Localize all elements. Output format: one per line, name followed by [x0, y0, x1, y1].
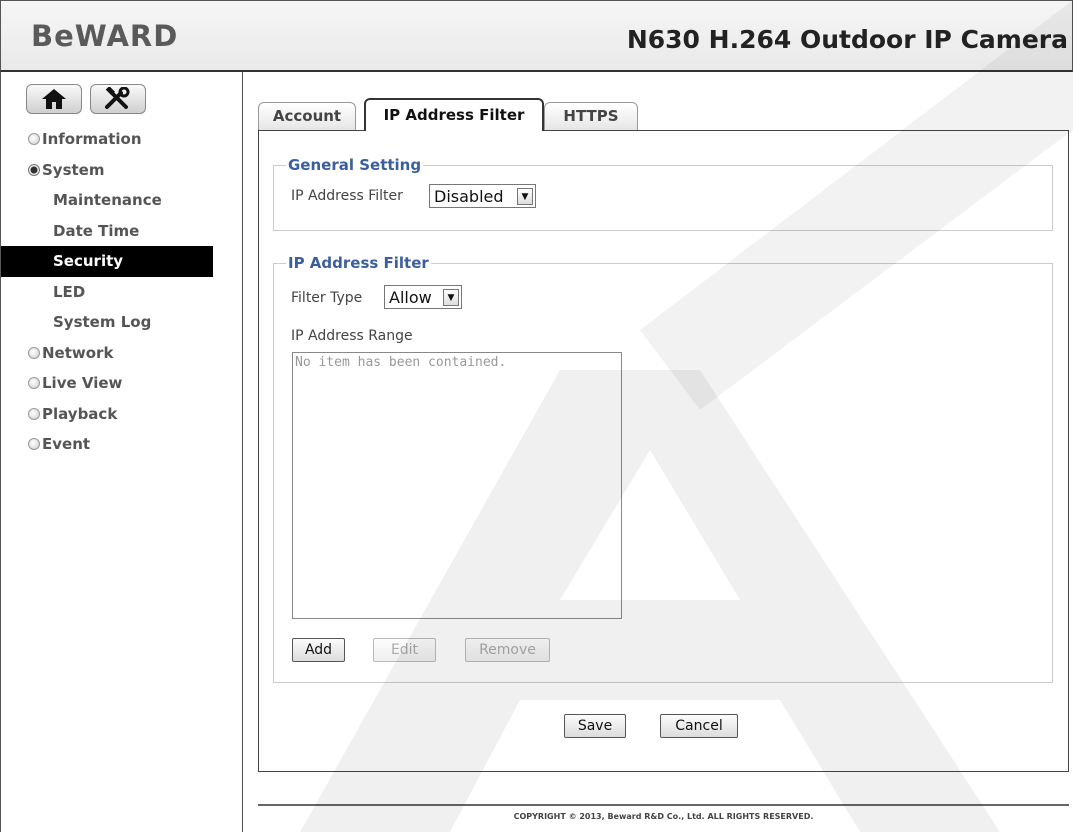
sidebar-item-system[interactable]: System	[1, 155, 244, 186]
filter-type-label: Filter Type	[291, 290, 363, 306]
collapsed-bullet-icon	[28, 133, 40, 145]
ip-address-range-label: IP Address Range	[291, 328, 413, 344]
sidebar-nav: Information System Maintenance Date Time…	[1, 124, 244, 460]
remove-button[interactable]: Remove	[465, 638, 550, 662]
tools-button[interactable]	[90, 84, 146, 114]
home-button[interactable]	[26, 84, 82, 114]
empty-list-text: No item has been contained.	[295, 355, 507, 370]
ip-address-filter-legend: IP Address Filter	[288, 254, 429, 272]
sidebar-subitem-security[interactable]: Security	[1, 246, 213, 277]
beward-logo: BeWARD	[31, 19, 179, 53]
sidebar-item-label: Live View	[42, 374, 123, 392]
ip-filter-select-value: Disabled	[434, 186, 504, 206]
icon-toolbar	[26, 84, 146, 114]
edit-button[interactable]: Edit	[373, 638, 436, 662]
sidebar-subitem-maintenance[interactable]: Maintenance	[1, 185, 244, 216]
collapsed-bullet-icon	[28, 407, 40, 420]
header-bar: BeWARD N630 H.264 Outdoor IP Camera	[0, 0, 1073, 72]
tab-https[interactable]: HTTPS	[544, 102, 638, 130]
sidebar-item-event[interactable]: Event	[1, 429, 244, 460]
sidebar-item-label: System	[42, 160, 105, 179]
collapsed-bullet-icon	[28, 438, 40, 450]
sidebar-item-label: Information	[42, 130, 142, 148]
save-button[interactable]: Save	[564, 714, 626, 738]
filter-type-select[interactable]: Allow ▼	[384, 285, 462, 309]
dropdown-arrow-icon: ▼	[517, 188, 533, 205]
footer-divider	[258, 804, 1069, 806]
sidebar: Information System Maintenance Date Time…	[0, 72, 243, 832]
expanded-bullet-icon	[28, 163, 40, 176]
dropdown-arrow-icon: ▼	[443, 289, 459, 306]
cancel-button[interactable]: Cancel	[660, 714, 738, 738]
copyright-footer: COPYRIGHT © 2013, Beward R&D Co., Ltd. A…	[513, 812, 814, 821]
tools-icon	[105, 87, 130, 109]
sidebar-item-label: Network	[42, 343, 114, 362]
add-button[interactable]: Add	[292, 638, 345, 662]
ip-filter-label: IP Address Filter	[291, 188, 403, 204]
ip-address-range-list[interactable]: No item has been contained.	[292, 352, 622, 619]
collapsed-bullet-icon	[28, 346, 40, 359]
home-icon	[42, 89, 66, 109]
sidebar-item-information[interactable]: Information	[1, 124, 244, 155]
collapsed-bullet-icon	[28, 377, 40, 389]
tab-account[interactable]: Account	[258, 102, 356, 130]
sidebar-item-label: Playback	[42, 404, 118, 423]
sidebar-subitem-date-time[interactable]: Date Time	[1, 216, 244, 247]
tab-ip-address-filter[interactable]: IP Address Filter	[364, 98, 544, 131]
sidebar-item-label: Event	[42, 435, 91, 453]
ip-filter-select[interactable]: Disabled ▼	[429, 184, 536, 208]
sidebar-subitem-led[interactable]: LED	[1, 277, 244, 308]
sidebar-item-playback[interactable]: Playback	[1, 399, 244, 430]
general-setting-legend: General Setting	[288, 156, 422, 174]
sidebar-item-live-view[interactable]: Live View	[1, 368, 244, 399]
camera-title: N630 H.264 Outdoor IP Camera	[626, 25, 1068, 54]
sidebar-subitem-system-log[interactable]: System Log	[1, 307, 244, 338]
sidebar-item-network[interactable]: Network	[1, 338, 244, 369]
filter-type-select-value: Allow	[389, 287, 432, 307]
